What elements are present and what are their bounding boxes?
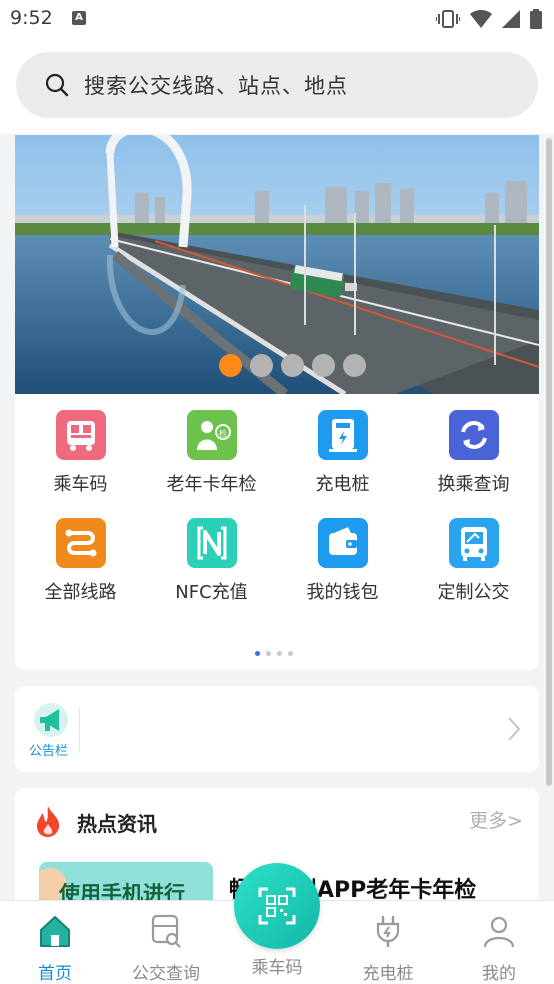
grid-label: 乘车码	[53, 474, 108, 495]
all-routes-icon	[55, 518, 106, 568]
tab-label: 乘车码	[251, 958, 303, 978]
grid-label: 充电桩	[315, 474, 370, 495]
grid-label: 全部线路	[44, 582, 117, 603]
transfer-icon	[448, 410, 499, 460]
grid-page-dot[interactable]	[255, 651, 260, 656]
nfc-icon	[186, 518, 237, 568]
tab-label: 充电桩	[362, 964, 414, 984]
tab-charging[interactable]: 充电桩	[333, 901, 443, 984]
grid-label: 定制公交	[437, 582, 510, 603]
tab-bus-search[interactable]: 公交查询	[111, 901, 221, 984]
scrollbar[interactable]	[546, 138, 552, 786]
fire-icon	[37, 806, 60, 837]
qr-bus-icon	[55, 410, 106, 460]
search-placeholder: 搜索公交线路、站点、地点	[84, 74, 348, 98]
tab-label: 我的	[482, 964, 516, 984]
search-icon	[45, 73, 69, 97]
grid-item-transfer[interactable]: 换乘查询	[408, 410, 539, 496]
banner-dot[interactable]	[250, 354, 273, 377]
search-area: 搜索公交线路、站点、地点	[0, 38, 554, 134]
banner-indicator	[219, 354, 366, 377]
scan-qr-icon	[258, 887, 296, 925]
notification-icon: A	[72, 11, 86, 25]
news-more-link[interactable]: 更多>	[469, 806, 523, 833]
status-icons	[436, 9, 542, 29]
grid-label: 换乘查询	[437, 474, 510, 495]
grid-item-ride-code[interactable]: 乘车码	[15, 410, 146, 496]
banner-dot[interactable]	[312, 354, 335, 377]
grid-item-custom-bus[interactable]: 定制公交	[408, 518, 539, 604]
wifi-icon	[470, 10, 492, 28]
home-icon	[40, 916, 70, 947]
svg-text:检: 检	[219, 428, 227, 438]
tab-mine[interactable]: 我的	[444, 901, 554, 984]
grid-page-dot[interactable]	[277, 651, 282, 656]
tab-label: 公交查询	[132, 964, 200, 984]
grid-item-wallet[interactable]: 我的钱包	[277, 518, 408, 604]
bus-search-icon	[151, 914, 181, 948]
battery-icon	[530, 9, 542, 29]
banner-dot[interactable]	[343, 354, 366, 377]
megaphone-icon	[34, 703, 68, 737]
search-input[interactable]: 搜索公交线路、站点、地点	[16, 52, 538, 118]
grid-item-nfc[interactable]: NFC充值	[146, 518, 277, 604]
status-time: 9:52	[10, 7, 53, 29]
elderly-card-icon: 检	[186, 410, 237, 460]
grid-item-all-routes[interactable]: 全部线路	[15, 518, 146, 604]
banner-dot[interactable]	[281, 354, 304, 377]
charging-pile-icon	[317, 410, 368, 460]
vibrate-icon	[436, 10, 460, 28]
banner-dot[interactable]	[219, 354, 242, 377]
notice-label: 公告栏	[29, 744, 69, 759]
tab-label: 首页	[38, 964, 72, 984]
notice-bar[interactable]: 公告栏	[15, 686, 539, 772]
wallet-icon	[317, 518, 368, 568]
custom-bus-icon	[448, 518, 499, 568]
chevron-right-icon[interactable]	[507, 716, 521, 742]
signal-icon	[502, 10, 520, 28]
status-bar: 9:52 A	[0, 0, 554, 38]
grid-label: 老年卡年检	[166, 474, 257, 495]
tab-home[interactable]: 首页	[0, 901, 110, 984]
grid-page-indicator	[255, 651, 293, 656]
tab-scan-button[interactable]	[234, 863, 320, 949]
grid-label: NFC充值	[175, 582, 248, 603]
grid-item-elderly-card[interactable]: 检 老年卡年检	[146, 410, 277, 496]
notice-divider	[79, 708, 80, 752]
news-section-title: 热点资讯	[77, 812, 157, 836]
user-icon	[483, 916, 515, 948]
grid-item-charging[interactable]: 充电桩	[277, 410, 408, 496]
plug-icon	[376, 915, 400, 947]
grid-page-dot[interactable]	[266, 651, 271, 656]
grid-label: 我的钱包	[306, 582, 379, 603]
function-grid: 乘车码 检 老年卡年检 充电桩 换乘查询 全部线路 NFC充值 我的钱包 定制公…	[15, 394, 539, 670]
grid-page-dot[interactable]	[288, 651, 293, 656]
bottom-tab-bar: 首页 公交查询 乘车码 充电桩 我的	[0, 863, 554, 984]
